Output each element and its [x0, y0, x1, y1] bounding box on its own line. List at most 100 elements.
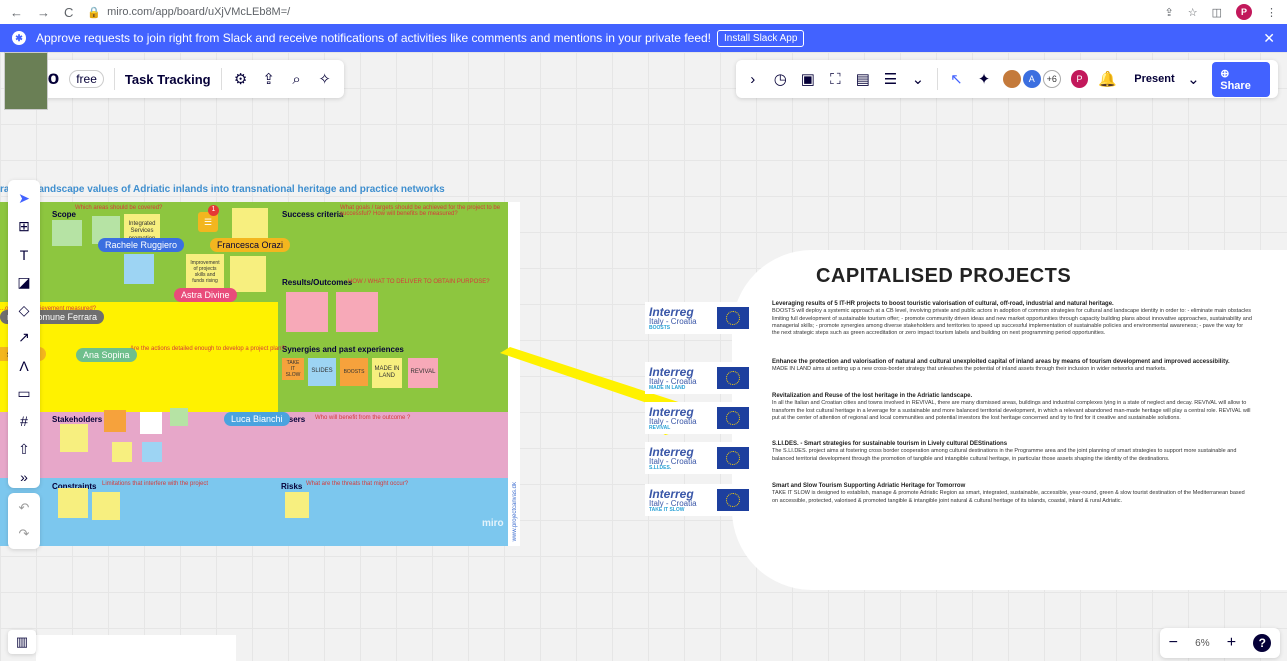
voting-icon[interactable]: ▤ [854, 70, 872, 88]
tool-rail: ➤ ⊞ T ◪ ◇ ↗ Λ ▭ # ⇧ » [8, 180, 40, 488]
forward-icon[interactable]: → [37, 5, 50, 20]
back-icon[interactable]: ← [10, 5, 23, 20]
text-tool-icon[interactable]: T [13, 244, 35, 266]
sticky-note[interactable] [112, 442, 132, 462]
cursor-tag: Luca Bianchi [224, 412, 290, 426]
card-icon[interactable]: ▣ [799, 70, 817, 88]
star-icon[interactable]: ☆ [1188, 6, 1198, 19]
sticky-note[interactable]: TAKE IT SLOW [282, 358, 304, 380]
eu-flag-icon [717, 307, 749, 329]
miro-watermark: miro [482, 518, 504, 529]
templates-icon[interactable]: ⊞ [13, 216, 35, 238]
sticky-note[interactable]: REVIVAL [408, 358, 438, 388]
sticky-note[interactable] [104, 410, 126, 432]
capitalised-title: CAPITALISED PROJECTS [816, 265, 1072, 287]
timer-icon[interactable]: ◷ [772, 70, 790, 88]
close-icon[interactable]: ✕ [1263, 30, 1275, 47]
bell-icon[interactable]: 🔔 [1098, 70, 1117, 88]
sticky-note[interactable]: SLIDES [308, 358, 336, 386]
sticky-note[interactable]: Improvement of projects skills and funds… [186, 254, 224, 290]
share-page-icon[interactable]: ⇪ [1165, 6, 1174, 19]
project-heading: Smart and Slow Tourism Supporting Adriat… [772, 483, 966, 489]
comment-tool-icon[interactable]: ▭ [13, 383, 35, 405]
sidebar-icon[interactable]: ◫ [1212, 6, 1222, 19]
zoom-in-button[interactable]: + [1227, 634, 1236, 652]
browser-actions: ⇪ ☆ ◫ P ⋮ [1165, 4, 1277, 20]
more-collaborators-badge[interactable]: +6 [1042, 70, 1061, 88]
help-icon[interactable]: ? [1253, 634, 1272, 652]
reactions-icon[interactable]: ✦ [975, 70, 993, 88]
sticky-note[interactable] [230, 256, 266, 292]
interreg-logo: Interreg Italy - Croatia REVIVAL [645, 402, 753, 434]
sticky-note[interactable] [142, 442, 162, 462]
settings-icon[interactable]: ⚙ [232, 70, 250, 88]
redo-icon[interactable]: ↷ [19, 526, 30, 542]
project-description: Smart and Slow Tourism Supporting Adriat… [772, 482, 1252, 505]
pen-icon[interactable]: Λ [13, 355, 35, 377]
undo-icon[interactable]: ↶ [19, 500, 30, 516]
cursor-tag: Ana Sopina [76, 348, 137, 362]
divider [220, 68, 222, 90]
sticky-note[interactable] [232, 208, 268, 238]
share-button[interactable]: ⊕ Share [1212, 61, 1270, 97]
project-description: Revitalization and Reuse of the lost her… [772, 392, 1252, 422]
zone-label: Scope [52, 210, 77, 219]
connection-line-icon[interactable]: ↗ [13, 327, 35, 349]
slack-banner: ✱ Approve requests to join right from Sl… [0, 24, 1287, 52]
sticky-note[interactable] [170, 408, 188, 426]
board-name[interactable]: Task Tracking [125, 72, 211, 87]
sticky-note[interactable] [52, 220, 82, 246]
frames-panel-icon[interactable]: ▥ [8, 630, 36, 654]
sticky-note[interactable] [60, 424, 88, 452]
project-body: TAKE IT SLOW is designed to establish, m… [772, 490, 1245, 504]
more-icon[interactable]: ⋮ [1266, 6, 1277, 19]
interreg-logo: Interreg Italy - Croatia BOOSTS [645, 302, 753, 334]
frame-icon[interactable]: # [13, 411, 35, 433]
eu-flag-icon [717, 407, 749, 429]
sticky-note[interactable]: BOOSTS [340, 358, 368, 386]
eu-flag-icon [717, 367, 749, 389]
notes-icon[interactable]: ☰ [882, 70, 900, 88]
export-icon[interactable]: ⇪ [260, 70, 278, 88]
sticky-note[interactable] [285, 492, 309, 518]
upload-icon[interactable]: ⇧ [13, 438, 35, 460]
profile-avatar[interactable]: P [1236, 4, 1252, 20]
sticky-note[interactable] [286, 292, 328, 332]
project-heading: Revitalization and Reuse of the lost her… [772, 393, 973, 399]
present-button[interactable]: Present [1134, 73, 1174, 85]
zoom-out-button[interactable]: − [1169, 634, 1178, 652]
more-tools-icon[interactable]: » [13, 466, 35, 488]
address-bar[interactable]: 🔒 miro.com/app/board/uXjVMcLEb8M=/ [87, 6, 290, 19]
shapes-icon[interactable]: ◇ [13, 299, 35, 321]
chevron-right-icon[interactable]: › [744, 71, 762, 88]
sticky-note[interactable] [336, 292, 378, 332]
avatar[interactable] [1002, 70, 1021, 88]
zone-question: Are the actions detailed enough to devel… [130, 346, 285, 352]
projectcanvas-link[interactable]: www.projectcanvas.dk [512, 482, 518, 541]
magic-icon[interactable]: ✧ [316, 70, 334, 88]
zoom-level[interactable]: 6% [1195, 638, 1209, 649]
sticky-note[interactable] [140, 412, 162, 434]
chevron-down-icon[interactable]: ⌄ [909, 70, 927, 88]
sticky-note[interactable] [92, 492, 120, 520]
user-avatar[interactable]: P [1070, 70, 1089, 88]
chevron-down-icon[interactable]: ⌄ [1185, 70, 1203, 88]
sticky-note[interactable]: MADE IN LAND [372, 358, 402, 388]
project-canvas-frame[interactable]: Scope Which areas should be covered? Suc… [0, 202, 520, 546]
interreg-logo: Interreg Italy - Croatia S.LI.DES. [645, 442, 753, 474]
project-body: The S.LI.DES. project aims at fostering … [772, 448, 1237, 462]
plan-badge[interactable]: free [69, 70, 104, 88]
eu-flag-icon [717, 489, 749, 511]
sticky-note-icon[interactable]: ◪ [13, 271, 35, 293]
undo-redo: ↶ ↷ [8, 493, 40, 549]
avatar[interactable]: A [1022, 70, 1041, 88]
cursor-icon[interactable]: ↖ [948, 70, 966, 88]
select-tool-icon[interactable]: ➤ [13, 188, 35, 210]
search-icon[interactable]: ⌕ [288, 71, 306, 88]
install-slack-button[interactable]: Install Slack App [717, 29, 805, 47]
reload-icon[interactable]: C [64, 5, 73, 20]
focus-icon[interactable]: ⛶ [827, 71, 845, 88]
collaborator-avatars[interactable]: A +6 [1002, 70, 1061, 88]
sticky-note[interactable] [58, 488, 88, 518]
sticky-note[interactable] [124, 254, 154, 284]
